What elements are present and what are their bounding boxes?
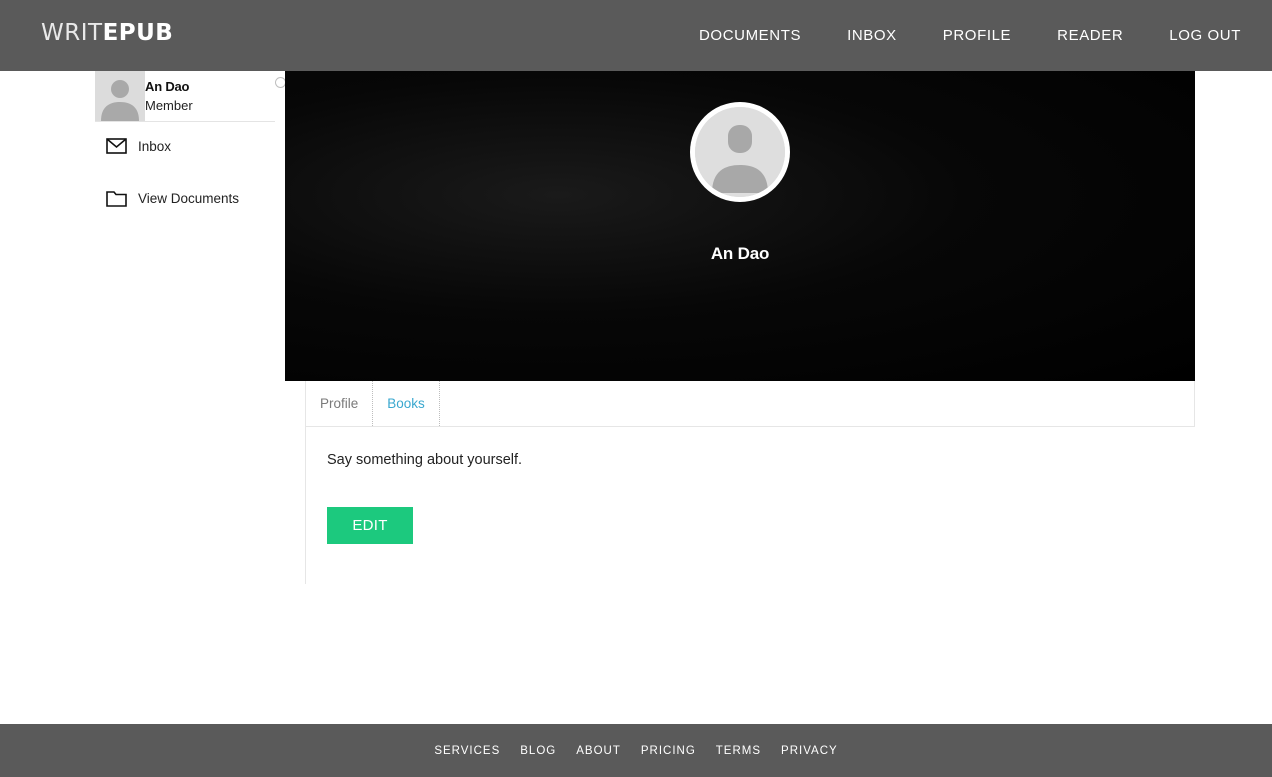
folder-icon (106, 191, 127, 207)
footer: SERVICES BLOG ABOUT PRICING TERMS PRIVAC… (0, 724, 1272, 777)
about-text: Say something about yourself. (327, 452, 523, 468)
nav-inbox[interactable]: INBOX (847, 0, 897, 71)
logo-text-light: WRIT (41, 20, 103, 46)
sidebar-user-role: Member (145, 98, 193, 113)
sidebar-item-inbox[interactable]: Inbox (106, 138, 171, 154)
sidebar-item-label: Inbox (138, 138, 172, 154)
envelope-icon (106, 138, 127, 154)
sidebar-user-card: An Dao Member (95, 71, 286, 122)
logo-text-bold: EPUB (102, 20, 174, 46)
writepub-logo[interactable]: WRITEPUB (41, 20, 173, 46)
footer-link-terms[interactable]: TERMS (716, 745, 761, 757)
edit-button[interactable]: EDIT (327, 507, 413, 544)
footer-link-privacy[interactable]: PRIVACY (781, 745, 838, 757)
tab-profile[interactable]: Profile (306, 381, 374, 426)
footer-link-blog[interactable]: BLOG (520, 745, 556, 757)
page-root: WRITEPUB DOCUMENTS INBOX PROFILE READER … (0, 0, 1272, 777)
profile-tabs: Profile Books (305, 381, 1195, 427)
avatar (95, 71, 145, 121)
user-silhouette-icon (695, 107, 785, 197)
footer-link-pricing[interactable]: PRICING (641, 745, 696, 757)
nav-reader[interactable]: READER (1057, 0, 1123, 71)
sidebar-item-view-documents[interactable]: View Documents (106, 190, 239, 207)
nav-profile[interactable]: PROFILE (943, 0, 1011, 71)
tab-books[interactable]: Books (373, 381, 440, 426)
nav-documents[interactable]: DOCUMENTS (699, 0, 801, 71)
profile-content: Say something about yourself. EDIT (305, 427, 1195, 584)
profile-cover: An Dao (285, 71, 1195, 381)
sidebar-item-label: View Documents (138, 191, 240, 206)
sidebar-user-name: An Dao (145, 79, 190, 94)
main-nav: DOCUMENTS INBOX PROFILE READER LOG OUT (653, 0, 1241, 71)
nav-log-out[interactable]: LOG OUT (1169, 0, 1241, 71)
user-silhouette-icon (95, 71, 145, 121)
sidebar: An Dao Member Inbox View Documents (95, 71, 286, 207)
profile-avatar[interactable] (690, 102, 790, 202)
footer-link-services[interactable]: SERVICES (434, 745, 500, 757)
profile-name: An Dao (710, 244, 770, 263)
footer-link-about[interactable]: ABOUT (576, 745, 621, 757)
top-navbar: WRITEPUB DOCUMENTS INBOX PROFILE READER … (0, 0, 1272, 71)
